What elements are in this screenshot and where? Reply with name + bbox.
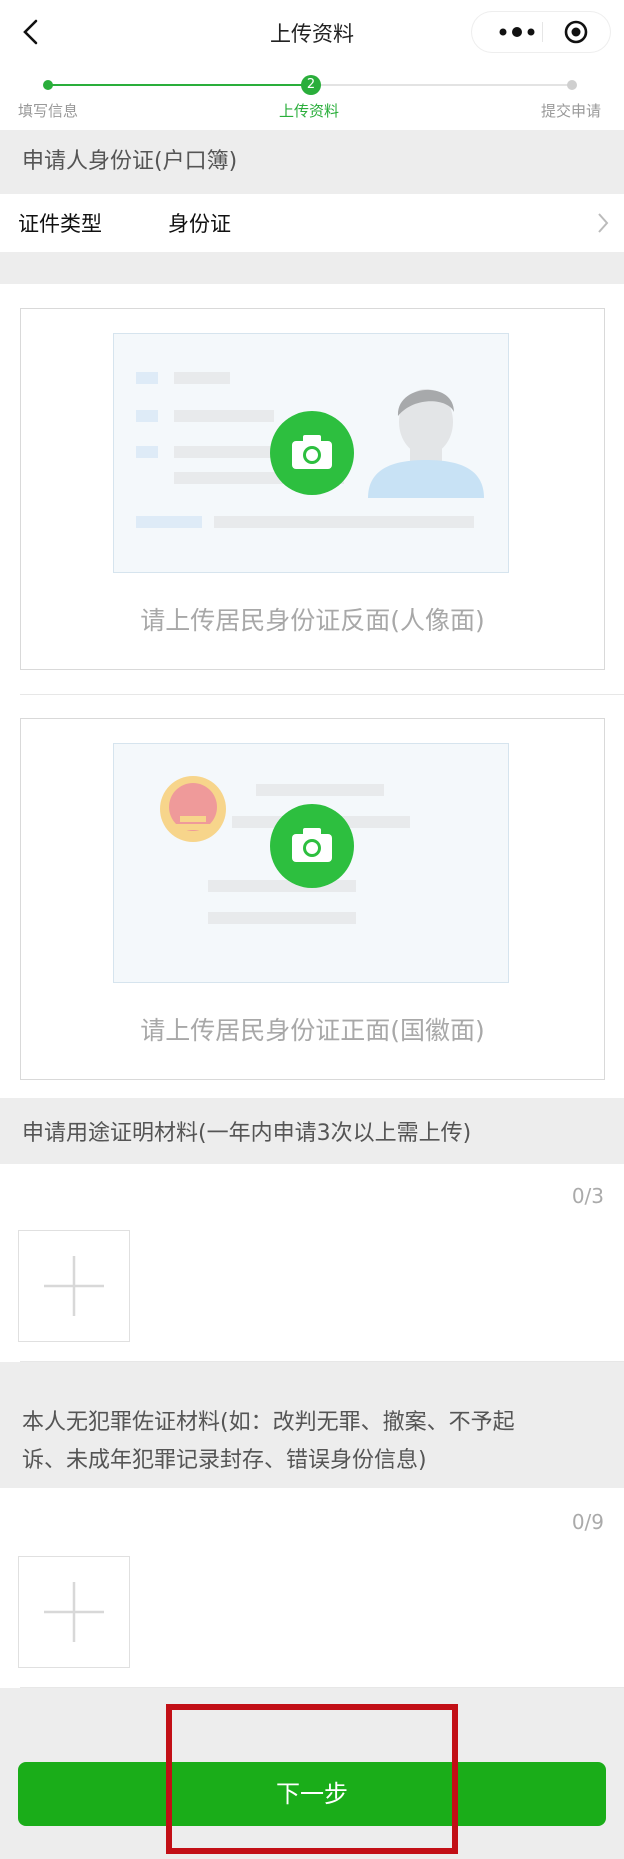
evidence-upload-counter: 0/9	[571, 1510, 604, 1534]
placeholder-bar	[256, 784, 384, 796]
evidence-title-line2: 诉、未成年犯罪记录封存、错误身份信息)	[22, 1448, 427, 1473]
purpose-add-button[interactable]	[18, 1230, 130, 1342]
step-label-fill-info: 填写信息	[18, 102, 79, 120]
section-divider	[20, 1687, 624, 1688]
capsule-divider	[542, 22, 543, 42]
step-line-pending	[320, 84, 572, 86]
more-dots-icon	[499, 27, 535, 37]
id-portrait-caption: 请上传居民身份证反面(人像面)	[140, 606, 485, 635]
highlight-annotation-box	[166, 1704, 458, 1854]
placeholder-bar	[136, 410, 158, 422]
step-progress: 2 填写信息 上传资料 提交申请	[0, 64, 624, 130]
evidence-add-button[interactable]	[18, 1556, 130, 1668]
camera-icon	[292, 828, 332, 862]
placeholder-bar	[208, 912, 356, 924]
placeholder-bar	[174, 446, 284, 458]
placeholder-bar	[136, 446, 158, 458]
evidence-section-title: 本人无犯罪佐证材料(如：改判无罪、撤案、不予起 诉、未成年犯罪记录封存、错误身份…	[0, 1388, 624, 1488]
placeholder-bar	[214, 516, 474, 528]
id-upload-panel: 请上传居民身份证反面(人像面) 请上传居民身份证正面(国徽面)	[0, 284, 624, 1098]
applicant-id-section-title: 申请人身份证(户口簿)	[0, 130, 624, 194]
doc-type-value: 身份证	[168, 212, 231, 236]
national-emblem-icon	[160, 776, 226, 842]
step-label-submit: 提交申请	[541, 102, 602, 120]
chevron-right-icon	[598, 213, 609, 233]
step-label-upload: 上传资料	[279, 102, 340, 120]
close-miniprogram-button[interactable]	[564, 20, 588, 44]
step-dot-done	[43, 80, 53, 90]
id-emblem-caption: 请上传居民身份证正面(国徽面)	[140, 1016, 485, 1045]
plus-icon	[44, 1582, 104, 1642]
camera-button[interactable]	[270, 804, 354, 888]
plus-icon	[44, 1256, 104, 1316]
id-emblem-upload[interactable]: 请上传居民身份证正面(国徽面)	[20, 718, 605, 1080]
more-button[interactable]	[492, 22, 542, 42]
section-divider	[20, 694, 624, 695]
doc-type-row[interactable]: 证件类型 身份证	[0, 194, 624, 252]
step-dot-current: 2	[301, 75, 321, 95]
id-emblem-illustration	[113, 743, 509, 983]
evidence-title-line1: 本人无犯罪佐证材料(如：改判无罪、撤案、不予起	[22, 1410, 515, 1435]
id-portrait-upload[interactable]: 请上传居民身份证反面(人像面)	[20, 308, 605, 670]
placeholder-bar	[136, 516, 202, 528]
id-portrait-illustration	[113, 333, 509, 573]
step-line-done	[48, 84, 310, 86]
placeholder-bar	[136, 372, 158, 384]
capsule-menu	[472, 12, 610, 52]
target-circle-icon	[564, 20, 588, 44]
purpose-upload-panel: 0/3	[0, 1164, 624, 1362]
doc-type-label: 证件类型	[18, 212, 102, 236]
camera-icon	[292, 435, 332, 469]
evidence-upload-panel: 0/9	[0, 1488, 624, 1688]
purpose-upload-counter: 0/3	[571, 1184, 604, 1208]
person-avatar-icon	[368, 389, 484, 498]
purpose-section-title: 申请用途证明材料(一年内申请3次以上需上传)	[0, 1104, 624, 1164]
section-divider	[20, 1361, 624, 1362]
camera-button[interactable]	[270, 411, 354, 495]
placeholder-bar	[174, 410, 274, 422]
placeholder-bar	[174, 372, 230, 384]
step-dot-pending	[567, 80, 577, 90]
top-nav-bar: 上传资料	[0, 0, 624, 64]
